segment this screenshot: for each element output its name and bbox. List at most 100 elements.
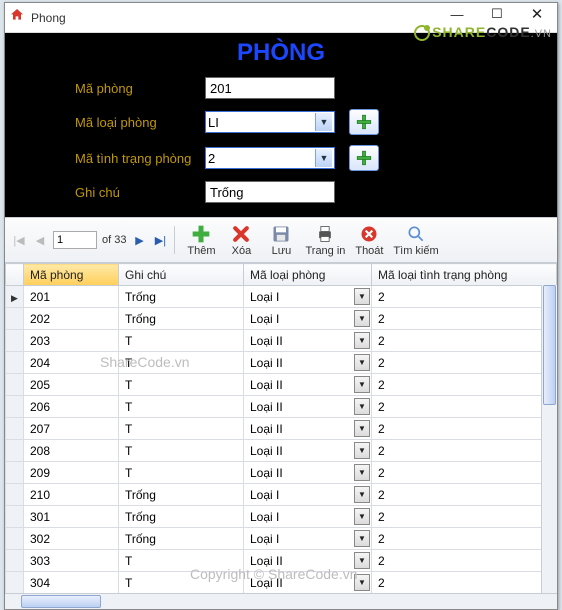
cell-maphong[interactable]: 301 [24,506,119,528]
table-row[interactable]: 206TLoại II▼2 [6,396,557,418]
row-header[interactable] [6,440,24,462]
cell-maloai[interactable]: Loại I▼ [244,484,372,506]
cell-matt[interactable]: 2 [372,330,557,352]
chevron-down-icon[interactable]: ▼ [354,508,370,525]
cell-ghichu[interactable]: T [119,572,244,594]
chevron-down-icon[interactable]: ▼ [354,530,370,547]
table-row[interactable]: 302TrốngLoại I▼2 [6,528,557,550]
cell-maloai[interactable]: Loại II▼ [244,462,372,484]
col-ghichu[interactable]: Ghi chú [119,264,244,286]
cell-matt[interactable]: 2 [372,308,557,330]
vertical-scrollbar[interactable] [541,285,557,593]
row-header[interactable] [6,418,24,440]
cell-ghichu[interactable]: Trống [119,286,244,308]
cell-matt[interactable]: 2 [372,374,557,396]
add-maloai-button[interactable] [349,109,379,135]
cell-ghichu[interactable]: T [119,462,244,484]
cell-matt[interactable]: 2 [372,484,557,506]
cell-maloai[interactable]: Loại II▼ [244,330,372,352]
cell-matt[interactable]: 2 [372,528,557,550]
cell-ghichu[interactable]: T [119,550,244,572]
row-header[interactable] [6,572,24,594]
cell-matt[interactable]: 2 [372,462,557,484]
table-row[interactable]: 201TrốngLoại I▼2 [6,286,557,308]
cell-maloai[interactable]: Loại I▼ [244,506,372,528]
cell-ghichu[interactable]: T [119,374,244,396]
table-row[interactable]: 208TLoại II▼2 [6,440,557,462]
cell-maphong[interactable]: 202 [24,308,119,330]
pager-next-button[interactable]: ▶ [131,232,147,248]
table-row[interactable]: 205TLoại II▼2 [6,374,557,396]
cell-ghichu[interactable]: T [119,330,244,352]
pager-last-button[interactable]: ▶| [152,232,168,248]
chevron-down-icon[interactable]: ▼ [354,464,370,481]
cell-maloai[interactable]: Loại I▼ [244,308,372,330]
pager-first-button[interactable]: |◀ [11,232,27,248]
cell-maloai[interactable]: Loại II▼ [244,396,372,418]
cell-matt[interactable]: 2 [372,506,557,528]
add-matinhrang-button[interactable] [349,145,379,171]
cell-ghichu[interactable]: Trống [119,506,244,528]
chevron-down-icon[interactable]: ▼ [354,574,370,591]
cell-maloai[interactable]: Loại II▼ [244,418,372,440]
cell-maphong[interactable]: 303 [24,550,119,572]
row-header[interactable] [6,352,24,374]
cell-matt[interactable]: 2 [372,286,557,308]
col-maloai[interactable]: Mã loại phòng [244,264,372,286]
data-grid[interactable]: Mã phòng Ghi chú Mã loại phòng Mã loại t… [5,263,557,594]
cell-matt[interactable]: 2 [372,396,557,418]
close-button[interactable]: ✕ [517,3,557,25]
cell-matt[interactable]: 2 [372,550,557,572]
table-row[interactable]: 202TrốngLoại I▼2 [6,308,557,330]
table-row[interactable]: 304TLoại II▼2 [6,572,557,594]
pager-prev-button[interactable]: ◀ [32,232,48,248]
chevron-down-icon[interactable]: ▼ [315,149,332,167]
table-row[interactable]: 303TLoại II▼2 [6,550,557,572]
cell-maloai[interactable]: Loại II▼ [244,550,372,572]
row-header[interactable] [6,550,24,572]
cell-ghichu[interactable]: T [119,418,244,440]
select-matinhrang[interactable]: 2 ▼ [205,147,335,169]
cell-ghichu[interactable]: T [119,352,244,374]
table-row[interactable]: 301TrốngLoại I▼2 [6,506,557,528]
horizontal-scrollbar[interactable] [5,593,557,609]
cell-maloai[interactable]: Loại I▼ [244,286,372,308]
maximize-button[interactable]: ☐ [477,3,517,25]
row-header[interactable] [6,484,24,506]
cell-maphong[interactable]: 302 [24,528,119,550]
row-header[interactable] [6,396,24,418]
chevron-down-icon[interactable]: ▼ [354,354,370,371]
pager-current-input[interactable] [53,231,97,249]
row-header[interactable] [6,286,24,308]
row-header[interactable] [6,330,24,352]
chevron-down-icon[interactable]: ▼ [354,552,370,569]
cell-maphong[interactable]: 209 [24,462,119,484]
cell-matt[interactable]: 2 [372,418,557,440]
cell-maloai[interactable]: Loại II▼ [244,440,372,462]
table-row[interactable]: 204TLoại II▼2 [6,352,557,374]
cell-maphong[interactable]: 204 [24,352,119,374]
cell-maphong[interactable]: 208 [24,440,119,462]
cell-maphong[interactable]: 201 [24,286,119,308]
cell-matt[interactable]: 2 [372,352,557,374]
exit-button[interactable]: Thoát [349,224,389,257]
cell-maloai[interactable]: Loại II▼ [244,572,372,594]
cell-maloai[interactable]: Loại II▼ [244,374,372,396]
cell-ghichu[interactable]: Trống [119,308,244,330]
cell-matt[interactable]: 2 [372,440,557,462]
row-header[interactable] [6,374,24,396]
chevron-down-icon[interactable]: ▼ [354,486,370,503]
row-header[interactable] [6,528,24,550]
print-button[interactable]: Trang in [301,224,349,257]
row-header[interactable] [6,462,24,484]
cell-ghichu[interactable]: Trống [119,528,244,550]
delete-button[interactable]: Xóa [221,224,261,257]
chevron-down-icon[interactable]: ▼ [354,332,370,349]
table-row[interactable]: 210TrốngLoại I▼2 [6,484,557,506]
search-button[interactable]: Tìm kiếm [389,224,442,257]
col-matinhrang[interactable]: Mã loại tình trạng phòng [372,264,557,286]
table-row[interactable]: 209TLoại II▼2 [6,462,557,484]
cell-maphong[interactable]: 210 [24,484,119,506]
row-header[interactable] [6,308,24,330]
chevron-down-icon[interactable]: ▼ [354,310,370,327]
